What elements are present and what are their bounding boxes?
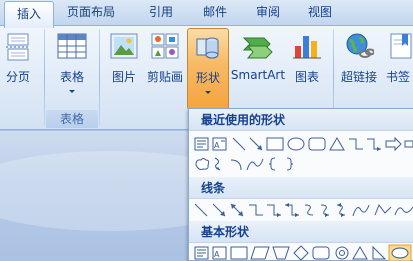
page-break-label: 分页 [5,70,30,84]
picture-label: 图片 [111,70,136,84]
hyperlink-globe-icon [344,32,375,63]
ribbon-tab-strip: 插入 页面布局 引用 邮件 审阅 视图 [0,0,413,28]
clipart-icon [150,32,180,63]
tab-mailings[interactable]: 邮件 [190,0,240,26]
group-separator [99,29,100,126]
page-break-icon [5,32,31,65]
tab-view[interactable]: 视图 [298,0,342,26]
lines-row [193,201,413,221]
shapes-button[interactable]: 形状 [187,28,229,110]
smartart-label: SmartArt [230,68,286,82]
svg-text:A: A [214,141,220,150]
group-separator [44,29,45,126]
line-shapes-icons[interactable] [193,201,413,219]
table-icon [57,32,87,63]
tab-references[interactable]: 引用 [134,0,188,26]
smartart-icon [242,32,274,63]
page-break-button[interactable]: 分页 [0,28,36,108]
clipart-label: 剪贴画 [146,70,183,84]
table-group-label: 表格 [46,110,98,128]
table-label: 表格 [59,70,84,84]
lines-header: 线条 [189,177,413,199]
document-area [0,131,260,261]
recent-shapes-row-2 [193,155,333,175]
recent-shapes-row-1: A [193,135,413,155]
chart-icon [292,32,322,63]
basic-shapes-row: A [193,244,413,261]
picture-icon [109,32,139,63]
hyperlink-button[interactable]: 超链接 [337,28,381,108]
hyperlink-label: 超链接 [340,70,377,84]
picture-button[interactable]: 图片 [104,28,144,108]
shapes-label: 形状 [195,71,220,85]
bookmark-label: 书签 [386,70,411,84]
smartart-button[interactable]: SmartArt [230,28,286,108]
recent-shapes-header: 最近使用的形状 [189,109,413,131]
chevron-down-icon [69,90,75,93]
recent-shapes-icons[interactable]: A [193,135,413,153]
svg-text:A: A [214,250,220,259]
chart-label: 图表 [294,70,319,84]
table-button[interactable]: 表格 [50,28,94,108]
clipart-button[interactable]: 剪贴画 [145,28,185,108]
shapes-icon [193,33,223,66]
basic-shapes-header: 基本形状 [189,221,413,243]
bookmark-button[interactable]: 书签 [384,28,413,108]
basic-shapes-icons[interactable]: A [193,244,413,261]
bookmark-icon [389,32,413,63]
tab-page-layout[interactable]: 页面布局 [58,0,124,26]
recent-shapes-icons-2[interactable] [193,155,333,173]
chevron-down-icon [205,91,211,94]
tab-review[interactable]: 审阅 [246,0,290,26]
chart-button[interactable]: 图表 [288,28,326,108]
shapes-gallery-dropdown: 最近使用的形状 A 线条 基本形状 A [188,108,413,261]
tab-insert[interactable]: 插入 [4,1,54,28]
